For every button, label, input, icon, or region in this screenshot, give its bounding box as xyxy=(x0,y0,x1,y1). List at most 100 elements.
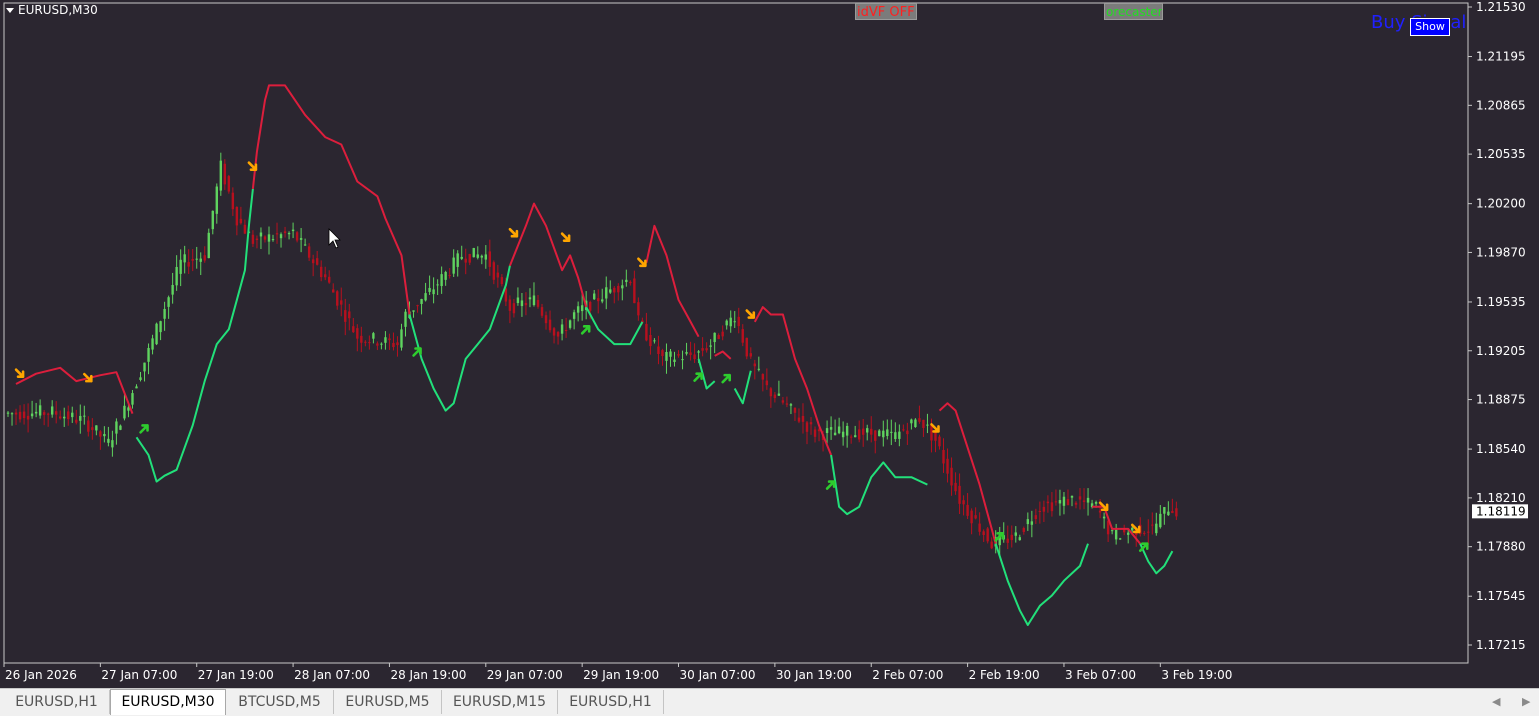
bear-candle xyxy=(1082,500,1086,502)
bear-candle xyxy=(1098,510,1102,513)
bull-candle xyxy=(1114,529,1118,540)
bear-candle xyxy=(1143,532,1146,534)
bull-candle xyxy=(428,287,431,292)
bull-candle xyxy=(1070,495,1074,498)
bear-candle xyxy=(737,316,740,327)
bull-candle xyxy=(1018,537,1021,541)
time-tick-label: 29 Jan 07:00 xyxy=(487,668,563,682)
price-axis[interactable]: 1.21530 1.21195 1.20865 1.20535 1.20200 1.198… xyxy=(1468,0,1528,652)
bear-candle xyxy=(1022,528,1026,532)
chart-window[interactable]: 1.21530 1.21195 1.20865 1.20535 1.20200 1.198… xyxy=(0,0,1539,688)
bear-candle xyxy=(416,305,419,307)
bull-candle xyxy=(456,253,459,267)
bear-candle xyxy=(328,276,331,283)
price-tick-label: 1.17545 xyxy=(1476,589,1526,603)
tab-eurusd-m30[interactable]: EURUSD,M30 xyxy=(110,689,226,715)
bull-candle xyxy=(151,338,154,350)
bear-candle xyxy=(87,420,90,432)
bull-candle xyxy=(1155,523,1158,534)
bull-candle xyxy=(71,412,74,418)
price-tick-label: 1.20865 xyxy=(1476,98,1526,112)
bull-candle xyxy=(139,377,142,380)
bear-candle xyxy=(488,251,492,267)
bear-candle xyxy=(46,413,50,415)
bull-candle xyxy=(866,428,869,433)
bull-candle xyxy=(1058,500,1062,504)
bear-candle xyxy=(14,412,18,415)
bull-candle xyxy=(420,299,423,304)
bear-candle xyxy=(986,528,989,542)
time-tick-label: 30 Jan 07:00 xyxy=(680,668,756,682)
bear-candle xyxy=(966,504,969,516)
bear-candle xyxy=(597,298,600,302)
bull-candle xyxy=(713,332,716,343)
bear-candle xyxy=(1147,531,1150,533)
dropdown-triangle-icon[interactable] xyxy=(6,7,14,13)
bull-candle xyxy=(1127,532,1130,535)
bear-candle xyxy=(348,311,351,319)
bear-candle xyxy=(504,288,508,302)
bull-candle xyxy=(167,297,170,307)
tab-eurusd-h1-2[interactable]: EURUSD,H1 xyxy=(558,690,664,714)
bear-candle xyxy=(360,335,363,343)
bull-candle xyxy=(63,416,66,419)
tab-eurusd-m15[interactable]: EURUSD,M15 xyxy=(442,690,558,714)
tab-eurusd-m5[interactable]: EURUSD,M5 xyxy=(334,690,442,714)
bear-candle xyxy=(1175,508,1178,517)
bear-candle xyxy=(1078,496,1082,500)
bull-candle xyxy=(303,244,307,246)
time-tick-label: 3 Feb 19:00 xyxy=(1161,668,1232,682)
bear-candle xyxy=(243,224,247,234)
price-tick-label: 1.21530 xyxy=(1476,0,1526,14)
bull-candle xyxy=(560,324,564,334)
bear-candle xyxy=(978,523,981,532)
bull-candle xyxy=(926,424,929,426)
bull-candle xyxy=(444,271,447,280)
price-tick-label: 1.20535 xyxy=(1476,147,1526,161)
bear-candle xyxy=(721,331,724,337)
bull-candle xyxy=(484,254,487,260)
bear-candle xyxy=(930,425,933,441)
price-chart[interactable]: 1.21530 1.21195 1.20865 1.20535 1.20200 1.198… xyxy=(0,0,1539,688)
bull-candle xyxy=(476,254,479,258)
scroll-left-icon[interactable]: ◀ xyxy=(1492,695,1500,708)
bull-candle xyxy=(436,284,439,286)
bull-candle xyxy=(882,430,885,438)
bull-candle xyxy=(199,258,202,262)
bear-candle xyxy=(813,429,817,437)
bear-candle xyxy=(54,411,58,415)
tab-btcusd-m5[interactable]: BTCUSD,M5 xyxy=(226,690,334,714)
time-axis[interactable]: 26 Jan 2026 27 Jan 07:00 27 Jan 19:00 28 Ja… xyxy=(3,663,1232,682)
bear-candle xyxy=(492,262,496,280)
bear-candle xyxy=(191,258,194,261)
price-tick-label: 1.21195 xyxy=(1476,50,1526,64)
bull-candle xyxy=(1030,521,1034,525)
bear-candle xyxy=(797,417,801,422)
bear-candle xyxy=(251,234,255,244)
bear-candle xyxy=(512,303,516,314)
time-tick-label: 2 Feb 19:00 xyxy=(969,668,1040,682)
bear-candle xyxy=(468,254,471,263)
tab-eurusd-h1[interactable]: EURUSD,H1 xyxy=(4,690,110,714)
idvf-toggle-button[interactable]: idVF OFF xyxy=(855,3,917,20)
bear-candle xyxy=(773,394,777,399)
bear-candle xyxy=(315,258,319,265)
scroll-right-icon[interactable]: ▶ xyxy=(1522,695,1530,708)
plot-area[interactable] xyxy=(3,2,1469,664)
bull-candle xyxy=(1094,502,1098,504)
forecaster-button[interactable]: orecaster xyxy=(1104,3,1163,20)
bear-candle xyxy=(508,299,512,311)
show-button[interactable]: Show xyxy=(1410,18,1450,36)
bear-candle xyxy=(540,307,544,316)
chart-symbol-title[interactable]: EURUSD,M30 xyxy=(6,3,98,17)
bull-candle xyxy=(886,429,889,437)
bull-candle xyxy=(163,308,166,319)
bull-candle xyxy=(183,254,186,263)
bear-candle xyxy=(324,274,327,278)
bear-candle xyxy=(958,485,961,504)
bear-candle xyxy=(938,436,941,447)
bull-candle xyxy=(291,229,295,232)
bear-candle xyxy=(1010,534,1013,541)
bear-candle xyxy=(942,449,945,464)
bear-candle xyxy=(311,259,315,264)
